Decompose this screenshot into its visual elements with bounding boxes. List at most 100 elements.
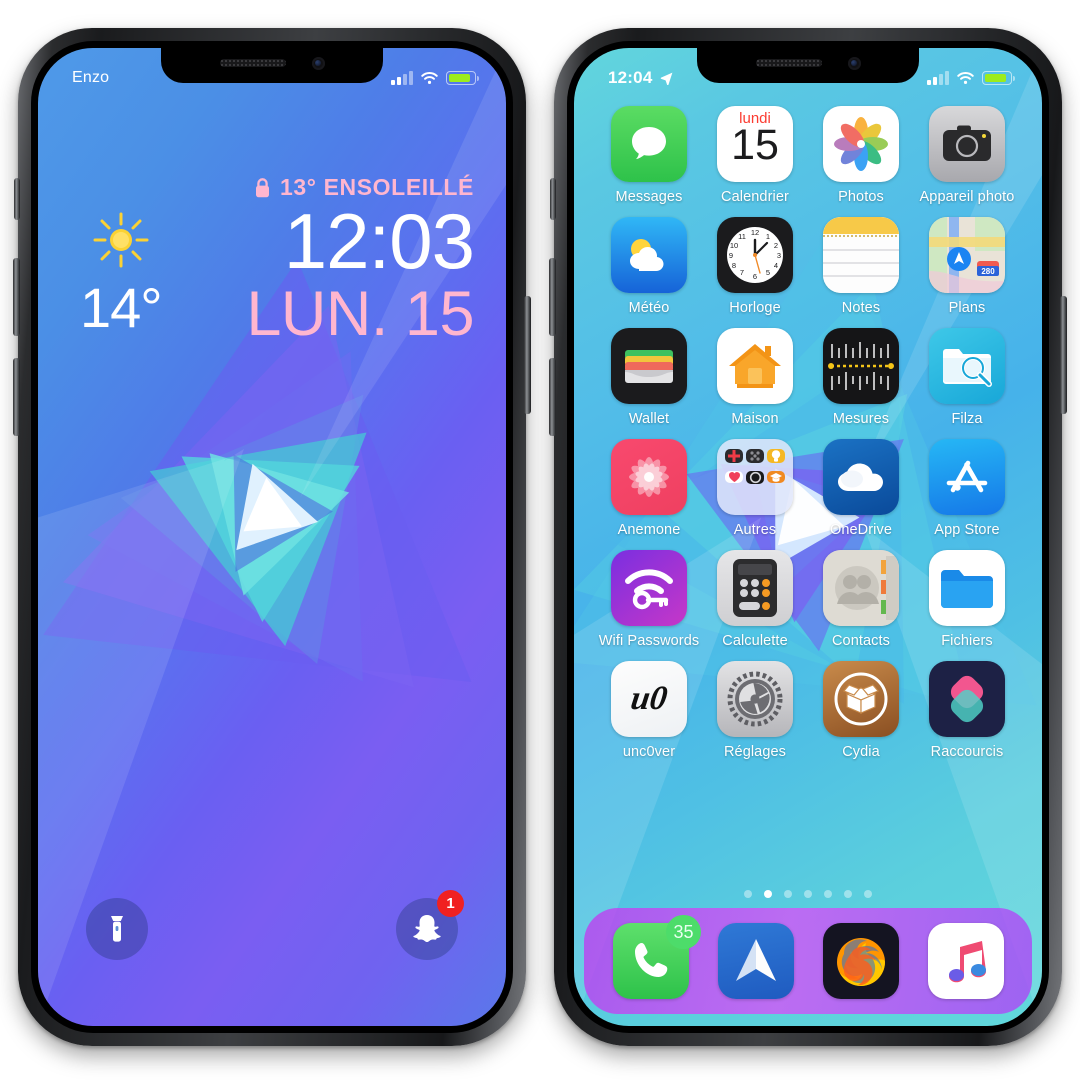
- volume-down-button[interactable]: [13, 358, 20, 436]
- app-onedrive[interactable]: OneDrive: [808, 439, 914, 538]
- flashlight-button[interactable]: [86, 898, 148, 960]
- front-camera-icon: [847, 56, 861, 70]
- page-dot[interactable]: [784, 890, 792, 898]
- app-label: Filza: [951, 411, 983, 427]
- app-grid: Messages lundi 15 Calendrier Photos Appa…: [574, 106, 1042, 760]
- app-wallet[interactable]: Wallet: [596, 328, 702, 427]
- dock-item-firefox[interactable]: [822, 923, 899, 999]
- svg-text:4: 4: [774, 261, 778, 270]
- mute-switch-right[interactable]: [550, 178, 556, 220]
- volume-up-button-right[interactable]: [549, 258, 556, 336]
- firefox-icon: [822, 923, 899, 999]
- svg-text:2: 2: [774, 241, 778, 250]
- svg-text:1: 1: [766, 232, 770, 241]
- sun-icon: [87, 206, 155, 274]
- app-calendrier[interactable]: lundi 15 Calendrier: [702, 106, 808, 205]
- app-anemone[interactable]: Anemone: [596, 439, 702, 538]
- app-label: Photos: [838, 189, 884, 205]
- app-autres-folder[interactable]: Autres: [702, 439, 808, 538]
- page-dot[interactable]: [844, 890, 852, 898]
- dock-item-spark[interactable]: [717, 923, 794, 999]
- lock-weather-widget: 14°: [80, 206, 163, 339]
- lock-quick-actions: 1: [38, 890, 506, 960]
- power-button-right[interactable]: [1060, 296, 1067, 414]
- lock-screen[interactable]: Enzo 13° ENSOLEILLÉ 12:03 LUN. 15 14° 1: [38, 48, 506, 1026]
- svg-text:10: 10: [730, 241, 738, 250]
- app-label: Plans: [948, 300, 986, 316]
- battery-icon: [446, 71, 479, 85]
- dock-item-musique[interactable]: [927, 923, 1004, 999]
- app-label: Réglages: [723, 744, 787, 760]
- volume-down-button-right[interactable]: [549, 358, 556, 436]
- files-folder-icon: [929, 550, 1005, 626]
- mute-switch[interactable]: [14, 178, 20, 220]
- app-mesures[interactable]: Mesures: [808, 328, 914, 427]
- app-label: Appareil photo: [919, 189, 1015, 205]
- page-dot-active[interactable]: [764, 890, 772, 898]
- dock-item-phone[interactable]: 35: [612, 915, 701, 999]
- page-dot[interactable]: [824, 890, 832, 898]
- app-wifi-passwords[interactable]: Wifi Passwords: [596, 550, 702, 649]
- app-notes[interactable]: Notes: [808, 217, 914, 316]
- calculator-icon: [717, 550, 793, 626]
- messages-icon: [611, 106, 687, 182]
- snapchat-badge: 1: [437, 890, 464, 917]
- app-appareil-photo[interactable]: Appareil photo: [914, 106, 1020, 205]
- snapchat-button[interactable]: 1: [396, 890, 464, 960]
- flashlight-icon: [111, 916, 123, 942]
- app-maison[interactable]: Maison: [702, 328, 808, 427]
- volume-up-button[interactable]: [13, 258, 20, 336]
- app-calculette[interactable]: Calculette: [702, 550, 808, 649]
- app-label: Wifi Passwords: [598, 633, 700, 649]
- app-label: Fichiers: [941, 633, 993, 649]
- earpiece-speaker: [755, 59, 822, 67]
- earpiece-speaker: [219, 59, 286, 67]
- phone-badge: 35: [666, 915, 701, 949]
- app-photos[interactable]: Photos: [808, 106, 914, 205]
- home-screen[interactable]: 12:04 Messages lundi 15 Calendrier Photo…: [574, 48, 1042, 1026]
- lock-temperature: 14°: [80, 276, 163, 339]
- home-status-left: 12:04: [608, 68, 673, 88]
- folder-mini-icon: [746, 449, 764, 463]
- app-raccourcis[interactable]: Raccourcis: [914, 661, 1020, 760]
- app-label: OneDrive: [829, 522, 893, 538]
- app-messages[interactable]: Messages: [596, 106, 702, 205]
- app-plans[interactable]: 280 Plans: [914, 217, 1020, 316]
- power-button[interactable]: [524, 296, 531, 414]
- page-dot[interactable]: [864, 890, 872, 898]
- app-cydia[interactable]: Cydia: [808, 661, 914, 760]
- app-horloge[interactable]: 12 1 2 345 678 9 10 11 Horloge: [702, 217, 808, 316]
- folder-mini-icon: [746, 470, 764, 484]
- app-meteo[interactable]: Météo: [596, 217, 702, 316]
- calendar-icon: lundi 15: [717, 106, 793, 182]
- app-label: Calculette: [722, 633, 788, 649]
- iphone-home-screen-device: 12:04 Messages lundi 15 Calendrier Photo…: [549, 28, 1067, 1046]
- two-iphones-comparison: Enzo 13° ENSOLEILLÉ 12:03 LUN. 15 14° 1 …: [0, 0, 1080, 1080]
- settings-gear-icon: [717, 661, 793, 737]
- photos-icon: [823, 106, 899, 182]
- contacts-icon: [823, 550, 899, 626]
- lock-icon: [254, 177, 271, 199]
- lock-phone-bezel: Enzo 13° ENSOLEILLÉ 12:03 LUN. 15 14° 1: [31, 41, 513, 1033]
- cydia-box-icon: [823, 661, 899, 737]
- page-dot[interactable]: [804, 890, 812, 898]
- folder-mini-icon: [767, 449, 785, 463]
- music-note-icon: [927, 923, 1004, 999]
- app-label: Météo: [628, 300, 670, 316]
- cellular-bars-icon: [391, 71, 413, 85]
- carrier-label: Enzo: [72, 69, 110, 86]
- notes-icon: [823, 217, 899, 293]
- svg-text:9: 9: [729, 251, 733, 260]
- home-app-icon: [717, 328, 793, 404]
- app-reglages[interactable]: Réglages: [702, 661, 808, 760]
- app-fichiers[interactable]: Fichiers: [914, 550, 1020, 649]
- app-filza[interactable]: Filza: [914, 328, 1020, 427]
- app-app-store[interactable]: App Store: [914, 439, 1020, 538]
- page-indicator[interactable]: [574, 890, 1042, 898]
- page-dot[interactable]: [744, 890, 752, 898]
- app-unc0ver[interactable]: u0 unc0ver: [596, 661, 702, 760]
- app-label: Messages: [615, 189, 683, 205]
- app-contacts[interactable]: Contacts: [808, 550, 914, 649]
- svg-text:6: 6: [753, 272, 757, 281]
- iphone-lock-screen-device: Enzo 13° ENSOLEILLÉ 12:03 LUN. 15 14° 1: [13, 28, 531, 1046]
